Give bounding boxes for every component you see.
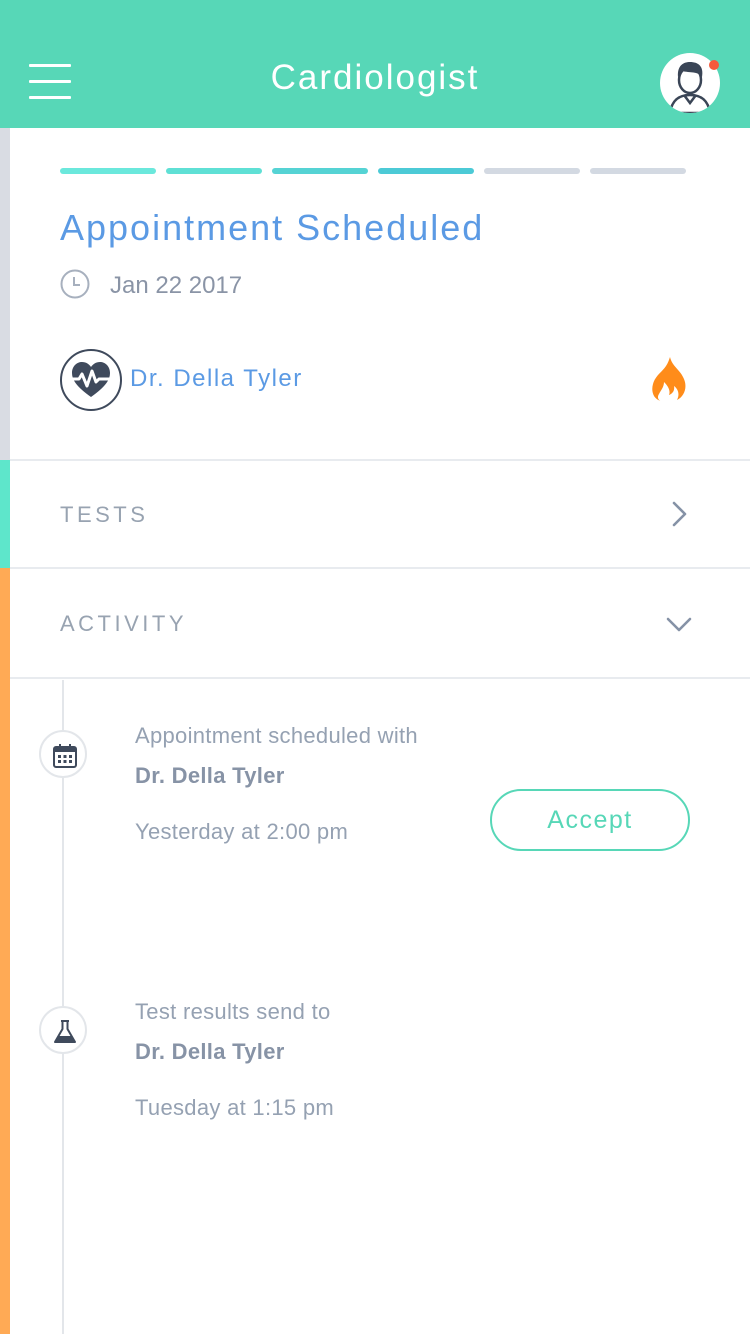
activity-timestamp: Tuesday at 1:15 pm <box>135 1095 335 1120</box>
activity-doctor-name: Dr. Della Tyler <box>135 1039 285 1064</box>
calendar-icon <box>53 744 77 768</box>
status-strip-gray <box>0 128 10 460</box>
progress-step-pending <box>484 168 580 174</box>
activity-timestamp: Yesterday at 2:00 pm <box>135 819 349 844</box>
progress-step-complete <box>166 168 262 174</box>
page-title: Cardiologist <box>270 58 480 97</box>
notification-dot <box>709 60 719 70</box>
flask-icon <box>54 1020 76 1043</box>
heart-rate-icon <box>60 349 122 411</box>
activity-doctor-name: Dr. Della Tyler <box>135 763 285 788</box>
tests-section-label: TESTS <box>60 502 149 527</box>
timeline-node <box>39 730 87 778</box>
activity-section-header[interactable]: ACTIVITY <box>10 569 750 677</box>
progress-step-complete <box>60 168 156 174</box>
divider <box>10 677 750 679</box>
progress-steps <box>60 168 686 174</box>
status-strip-teal <box>0 460 10 568</box>
timeline-node <box>39 1006 87 1054</box>
status-strip-orange <box>0 568 10 1334</box>
fire-icon <box>652 357 686 401</box>
activity-description: Appointment scheduled with <box>135 723 418 748</box>
appointment-date: Jan 22 2017 <box>110 272 243 299</box>
activity-description: Test results send to <box>135 999 331 1024</box>
tests-section-header[interactable]: TESTS <box>10 461 750 567</box>
chevron-down-icon <box>666 617 692 632</box>
doctor-name-link[interactable]: Dr. Della Tyler <box>130 364 303 394</box>
chevron-right-icon <box>672 501 687 527</box>
progress-step-complete <box>378 168 474 174</box>
clock-icon <box>60 269 90 299</box>
accept-button[interactable]: Accept <box>490 789 690 851</box>
progress-step-complete <box>272 168 368 174</box>
activity-section-label: ACTIVITY <box>60 611 188 636</box>
appointment-status-title: Appointment Scheduled <box>60 207 485 248</box>
app-header: Cardiologist <box>0 0 750 128</box>
progress-step-pending <box>590 168 686 174</box>
